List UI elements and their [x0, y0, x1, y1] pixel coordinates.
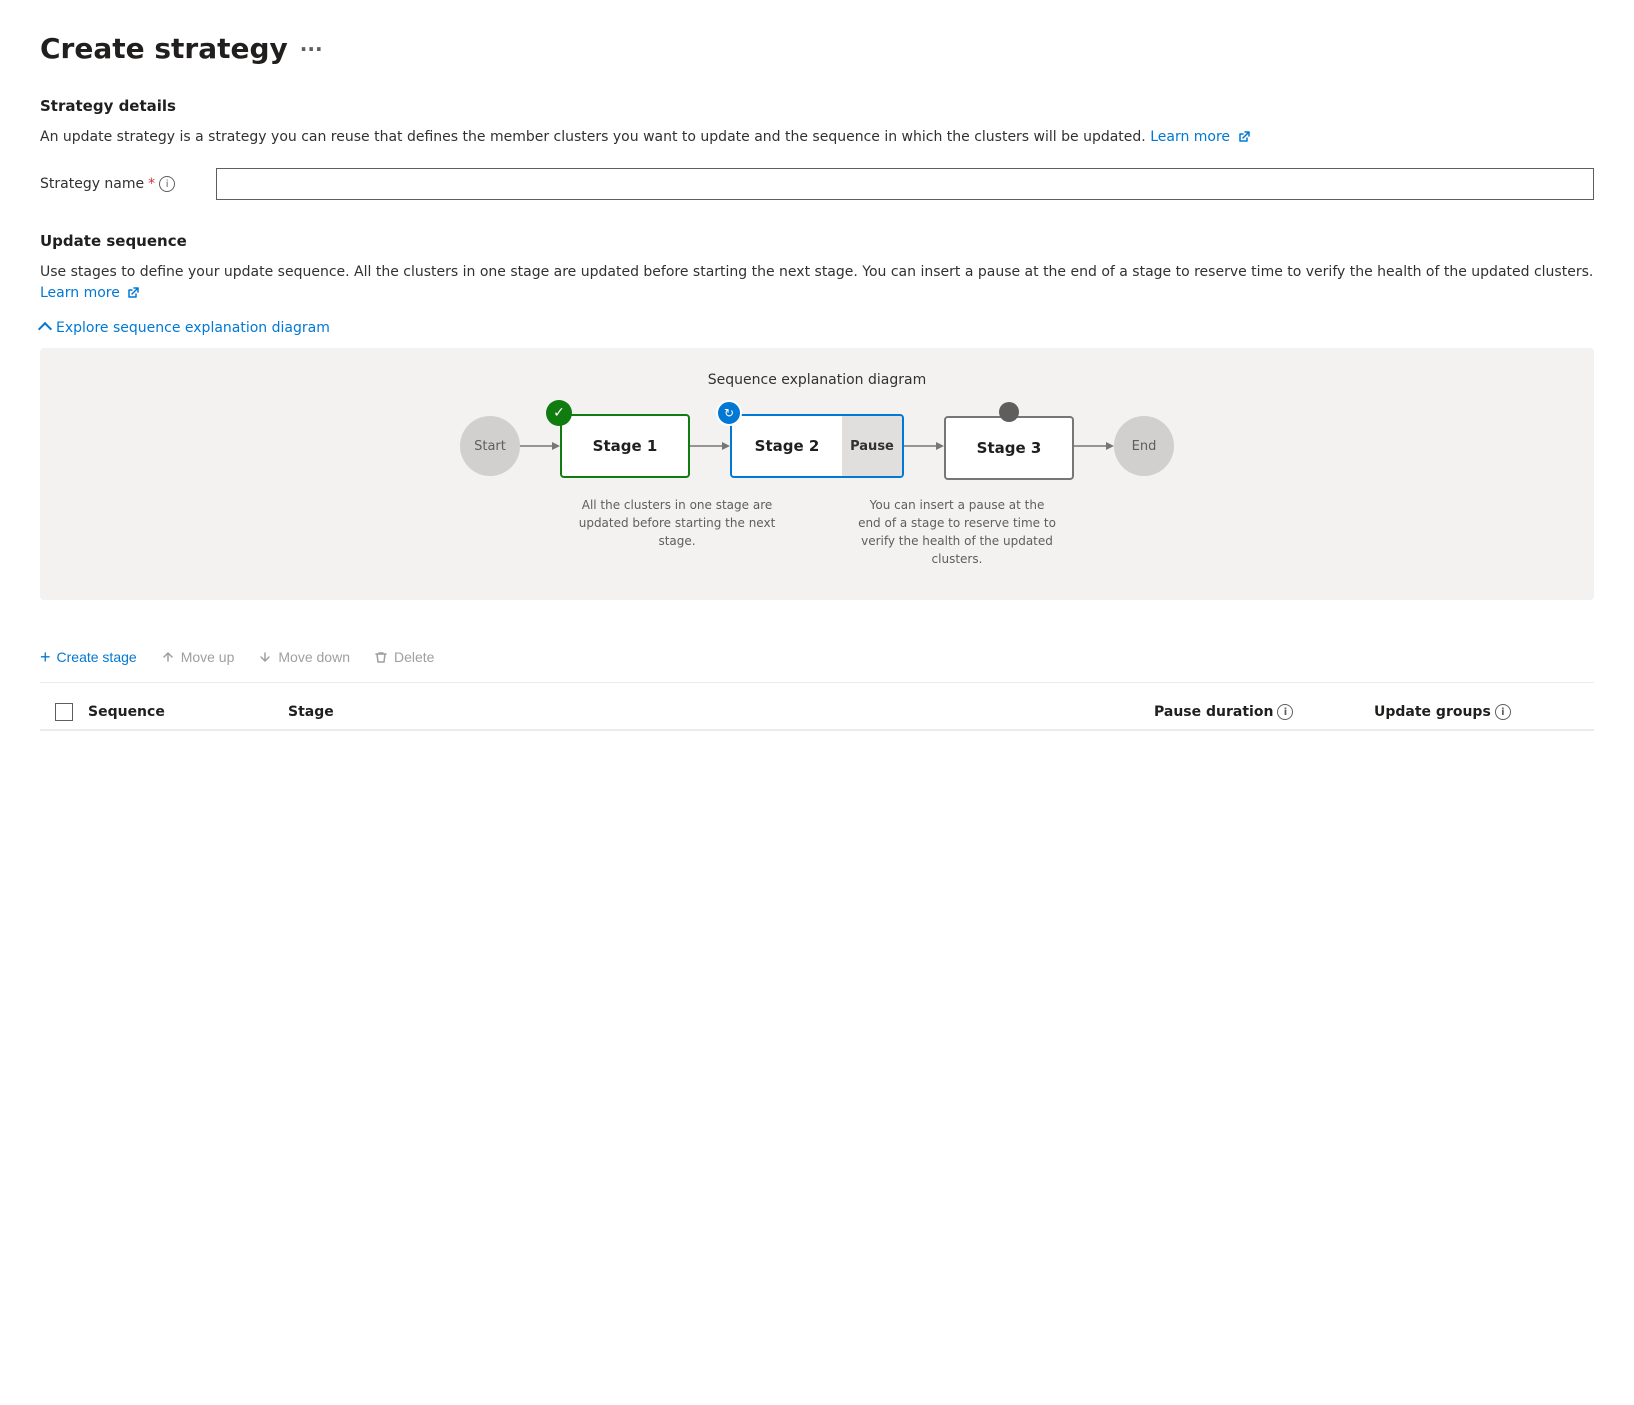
required-indicator: *	[148, 176, 155, 192]
table-header-update-groups: Update groups i	[1374, 703, 1594, 721]
strategy-details-section: Strategy details An update strategy is a…	[40, 97, 1594, 200]
diagram-title: Sequence explanation diagram	[72, 372, 1562, 388]
create-stage-button[interactable]: + Create stage	[40, 644, 137, 670]
diagram-flow: Start ✓ Stage 1 ↻	[72, 412, 1562, 480]
end-node: End	[1114, 416, 1174, 476]
update-groups-info-icon[interactable]: i	[1495, 704, 1511, 720]
arrow-down-icon	[258, 650, 272, 664]
stage-1-status-icon: ✓	[546, 400, 572, 426]
table-header-pause-duration: Pause duration i	[1154, 703, 1374, 721]
strategy-name-input[interactable]	[216, 168, 1594, 200]
external-link-icon	[1238, 131, 1250, 143]
toolbar: + Create stage Move up Move down Delete	[40, 632, 1594, 683]
stage-2-box: Stage 2	[732, 416, 842, 476]
external-link-icon-2	[127, 287, 139, 299]
stage-2-status-icon: ↻	[716, 400, 742, 426]
arrow-2	[690, 436, 730, 456]
table-header-sequence: Sequence	[88, 703, 288, 721]
stage-1-box: Stage 1	[560, 414, 690, 478]
plus-icon: +	[40, 648, 51, 666]
more-options-button[interactable]: ···	[300, 37, 323, 61]
explore-diagram-link[interactable]: Explore sequence explanation diagram	[40, 320, 1594, 336]
diagram-annotations: All the clusters in one stage are update…	[72, 496, 1562, 568]
stage-3-box: Stage 3	[944, 416, 1074, 480]
update-sequence-description: Use stages to define your update sequenc…	[40, 262, 1594, 304]
stage-2-pause-group: Stage 2 Pause	[730, 414, 904, 478]
annotation-2: You can insert a pause at the end of a s…	[857, 496, 1057, 568]
move-down-button[interactable]: Move down	[258, 645, 350, 669]
stage-2-wrapper: ↻ Stage 2 Pause	[730, 414, 904, 478]
table-header-stage: Stage	[288, 703, 1154, 721]
table-header-checkbox-cell	[40, 703, 88, 721]
update-sequence-section: Update sequence Use stages to define you…	[40, 232, 1594, 600]
update-sequence-learn-more[interactable]: Learn more	[40, 285, 139, 301]
pause-duration-info-icon[interactable]: i	[1277, 704, 1293, 720]
arrow-3	[904, 436, 944, 456]
select-all-checkbox[interactable]	[55, 703, 73, 721]
strategy-details-title: Strategy details	[40, 97, 1594, 115]
table-header: Sequence Stage Pause duration i Update g…	[40, 691, 1594, 731]
move-up-button[interactable]: Move up	[161, 645, 235, 669]
page-title-container: Create strategy ···	[40, 32, 1594, 65]
stage-3-wrapper: Stage 3	[944, 412, 1074, 480]
chevron-up-icon	[38, 322, 52, 336]
strategy-details-description: An update strategy is a strategy you can…	[40, 127, 1594, 148]
trash-icon	[374, 650, 388, 664]
delete-button[interactable]: Delete	[374, 645, 434, 669]
page-title: Create strategy	[40, 32, 288, 65]
stage-3-status-icon	[999, 402, 1019, 422]
strategy-name-info-icon[interactable]: i	[159, 176, 175, 192]
pause-badge: Pause	[842, 416, 902, 476]
strategy-details-learn-more[interactable]: Learn more	[1150, 129, 1249, 145]
arrow-up-icon	[161, 650, 175, 664]
stage-1-wrapper: ✓ Stage 1	[560, 414, 690, 478]
start-node: Start	[460, 416, 520, 476]
sequence-diagram-container: Sequence explanation diagram Start ✓ Sta…	[40, 348, 1594, 600]
update-sequence-title: Update sequence	[40, 232, 1594, 250]
strategy-name-label: Strategy name * i	[40, 176, 200, 192]
annotation-1: All the clusters in one stage are update…	[577, 496, 777, 568]
arrow-1	[520, 436, 560, 456]
arrow-4	[1074, 436, 1114, 456]
strategy-name-row: Strategy name * i	[40, 168, 1594, 200]
